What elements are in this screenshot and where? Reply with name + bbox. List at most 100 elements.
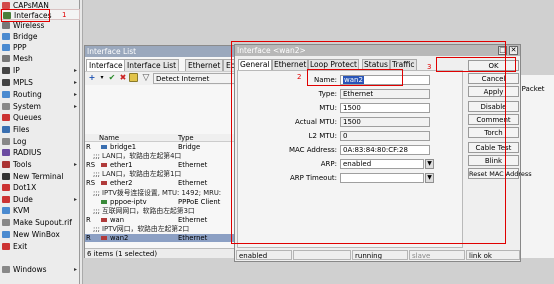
sidebar-item-label: Routing — [13, 90, 42, 99]
close-icon[interactable]: ✕ — [509, 46, 518, 55]
sidebar-item-new-terminal[interactable]: New Terminal — [0, 171, 80, 182]
table-row[interactable]: Rwan2 Ethernet — [85, 234, 237, 242]
annotation-number-1: 1 — [62, 11, 67, 19]
radius-icon — [2, 149, 10, 156]
annotation-number-2: 2 — [297, 73, 302, 81]
sidebar-item-mesh[interactable]: Mesh — [0, 53, 80, 64]
row-name: wan2 — [110, 234, 129, 242]
row-name: pppoe-iptv — [110, 197, 147, 206]
sidebar-item-label: Files — [13, 125, 30, 134]
row-name: ether1 — [110, 161, 133, 170]
disable-x-icon[interactable]: ✖ — [118, 73, 128, 83]
comment-icon[interactable] — [129, 73, 138, 82]
sidebar-item-label: Mesh — [13, 54, 33, 63]
exit-icon — [2, 243, 10, 250]
make-supout-rif-icon — [2, 219, 10, 226]
sidebar-item-label: New Terminal — [13, 172, 64, 181]
list-comment-row[interactable]: ;;; LAN口，软路由左起第4口 — [85, 152, 237, 160]
row-flag: R — [86, 215, 91, 224]
enable-check-icon[interactable]: ✔ — [107, 73, 117, 83]
annotation-number-3: 3 — [427, 63, 432, 71]
sidebar-item-tools[interactable]: Tools ▸ — [0, 159, 80, 170]
bridge-icon — [2, 33, 10, 40]
row-type: Bridge — [178, 143, 201, 151]
sidebar-menu: CAPsMAN Interfaces Wireless Bridge PPP Mesh IP… — [0, 0, 80, 284]
sidebar-item-system[interactable]: System ▸ — [0, 101, 80, 112]
sidebar-item-label: IP — [13, 66, 20, 75]
table-row[interactable]: Rwan Ethernet — [85, 216, 237, 224]
sidebar-item-windows[interactable]: Windows ▸ — [0, 264, 80, 275]
table-row[interactable]: RS ether2 Ethernet — [85, 179, 237, 187]
sidebar-item-new-winbox[interactable]: New WinBox — [0, 229, 80, 240]
row-flag: RS — [86, 179, 96, 188]
filter-icon[interactable]: ▽ — [141, 73, 151, 83]
table-row[interactable]: Rbridge1 Bridge — [85, 143, 237, 151]
queues-icon — [2, 114, 10, 121]
list-header: Name Type — [85, 134, 237, 142]
sidebar-item-label: System — [13, 102, 41, 111]
annotation-box-name — [307, 69, 403, 86]
log-icon — [2, 138, 10, 145]
mesh-icon — [2, 55, 10, 62]
tab-interface[interactable]: Interface — [86, 59, 126, 71]
sidebar-item-label: Exit — [13, 242, 28, 251]
tab-interface-list[interactable]: Interface List — [124, 59, 180, 71]
column-name-header[interactable]: Name — [99, 134, 119, 142]
routing-icon — [2, 91, 10, 98]
sidebar-item-dude[interactable]: Dude ▸ — [0, 194, 80, 205]
interface-type-icon — [101, 163, 107, 168]
sidebar-item-mpls[interactable]: MPLS ▸ — [0, 77, 80, 88]
status-link-ok: link ok — [466, 250, 520, 260]
add-icon[interactable]: + — [87, 73, 97, 83]
sidebar-item-label: Wireless — [13, 21, 45, 30]
row-comment: ;;; LAN口，软路由左起第4口 — [93, 152, 182, 161]
sidebar-item-log[interactable]: Log — [0, 136, 80, 147]
sidebar-item-label: RADIUS — [13, 148, 42, 157]
files-icon — [2, 126, 10, 133]
capsman-icon — [2, 2, 10, 9]
table-row[interactable]: RS ether1 Ethernet — [85, 161, 237, 169]
wireless-icon — [2, 22, 10, 29]
submenu-arrow-icon: ▸ — [73, 196, 77, 203]
detect-internet-button[interactable]: Detect Internet — [153, 73, 236, 84]
column-type-header[interactable]: Type — [178, 134, 194, 142]
sidebar-item-queues[interactable]: Queues — [0, 112, 80, 123]
list-comment-row[interactable]: ;;; IPTV拨号连接设置, MTU: 1492; MRU: — [85, 189, 237, 197]
list-footer-status: 6 items (1 selected) — [85, 248, 237, 258]
interface-type-icon — [101, 199, 107, 204]
sidebar-item-label: PPP — [13, 43, 27, 52]
table-row[interactable]: pppoe-iptv PPPoE Client — [85, 198, 237, 206]
row-comment: ;;; IPTV拨号连接设置, MTU: 1492; MRU: — [93, 188, 222, 197]
row-type: Ethernet — [178, 234, 208, 242]
interface-list-window: Interface List Interface Interface List … — [84, 45, 237, 258]
sidebar-item-label: Windows — [13, 265, 47, 274]
interface-type-icon — [101, 236, 107, 240]
sidebar-item-exit[interactable]: Exit — [0, 241, 80, 252]
sidebar-item-kvm[interactable]: KVM — [0, 205, 80, 216]
list-comment-row[interactable]: ;;; IPTV网口，软路由左起第2口 — [85, 225, 237, 233]
status-running: running — [352, 250, 408, 260]
tab-ethernet[interactable]: Ethernet — [185, 59, 224, 71]
sidebar-item-radius[interactable]: RADIUS — [0, 147, 80, 158]
sidebar-item-routing[interactable]: Routing ▸ — [0, 89, 80, 100]
sidebar-item-label: Bridge — [13, 32, 38, 41]
interface-type-icon — [101, 217, 107, 222]
row-flag: R — [86, 143, 91, 151]
sidebar-item-files[interactable]: Files — [0, 124, 80, 135]
windows-icon — [2, 266, 10, 273]
annotation-box-interfaces — [1, 9, 50, 22]
row-comment: ;;; IPTV网口，软路由左起第2口 — [93, 224, 190, 233]
row-type: Ethernet — [178, 215, 208, 224]
sidebar-item-label: MPLS — [13, 78, 33, 87]
sidebar-item-dot1x[interactable]: Dot1X — [0, 182, 80, 193]
submenu-arrow-icon: ▸ — [73, 161, 77, 168]
sidebar-item-label: Dude — [13, 195, 33, 204]
list-comment-row[interactable]: ;;; LAN口，软路由左起第1口 — [85, 170, 237, 178]
list-comment-row[interactable]: ;;; 互联网网口，软路由左起第3口 — [85, 207, 237, 215]
row-flag: R — [86, 234, 91, 242]
sidebar-item-ppp[interactable]: PPP — [0, 42, 80, 53]
sidebar-item-bridge[interactable]: Bridge — [0, 31, 80, 42]
sidebar-item-make-supout-rif[interactable]: Make Supout.rif — [0, 217, 80, 228]
dropdown-arrow-icon[interactable]: ▾ — [97, 73, 107, 83]
sidebar-item-ip[interactable]: IP ▸ — [0, 65, 80, 76]
